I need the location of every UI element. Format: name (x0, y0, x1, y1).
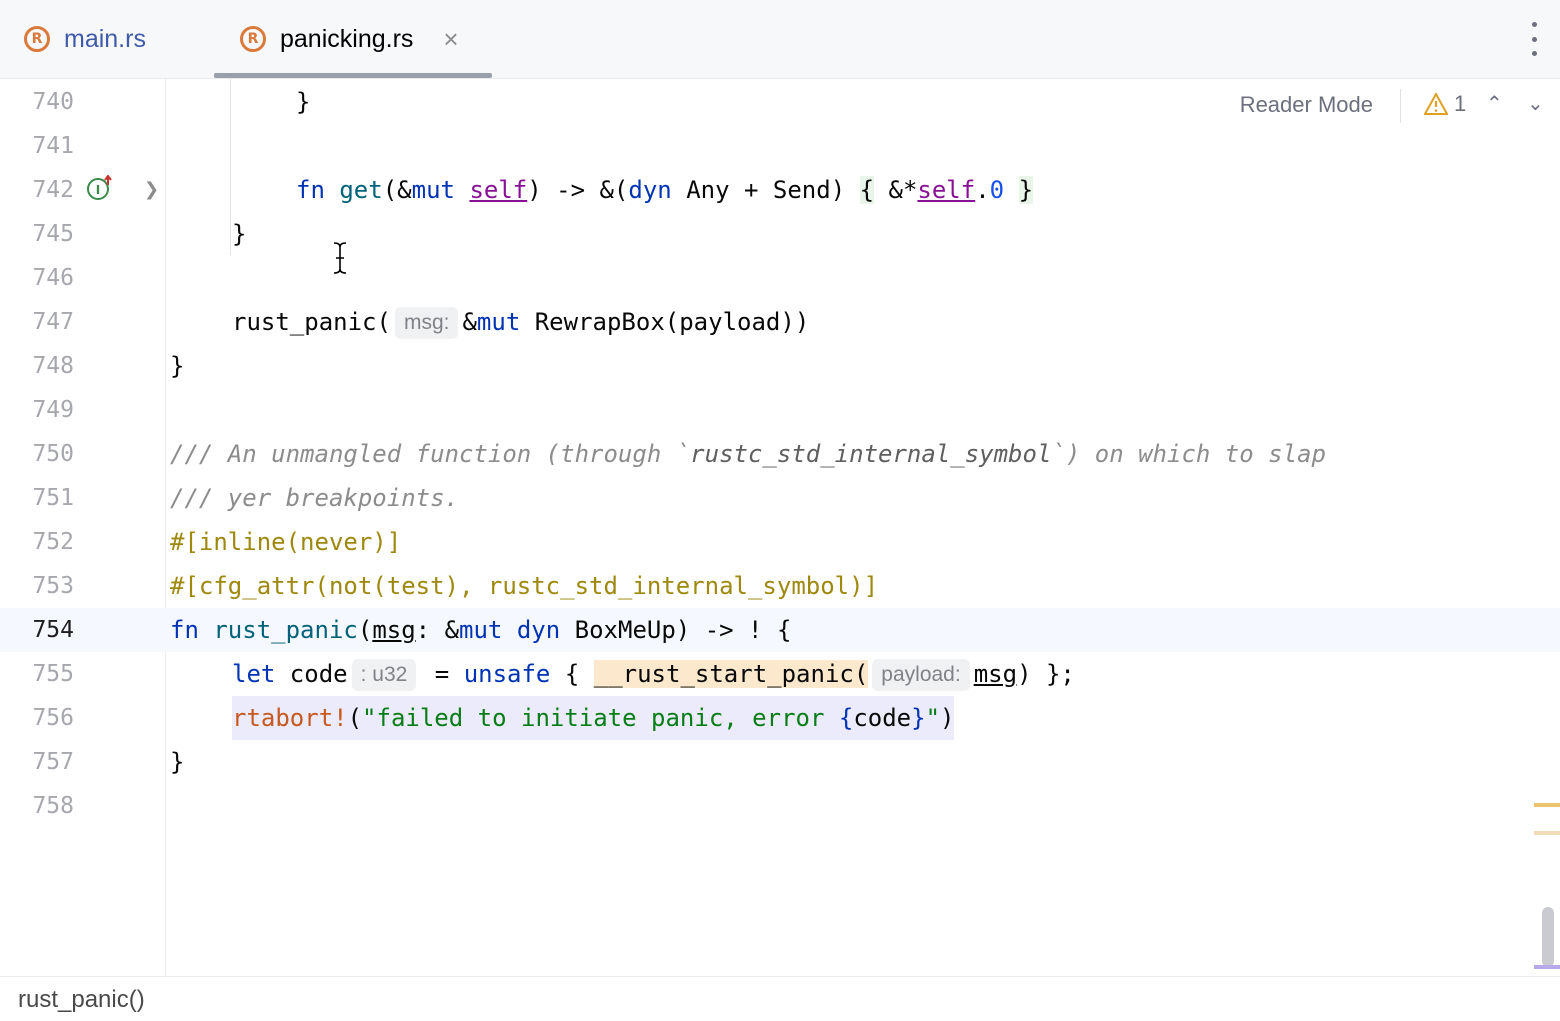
code-line: 756 rtabort!("failed to initiate panic, … (0, 696, 1560, 740)
code-text: rust_panic(msg: &mut RewrapBox(payload)) (232, 300, 809, 344)
line-number: 755 (32, 661, 74, 687)
code-text: fn rust_panic(msg: &mut dyn BoxMeUp) -> … (170, 616, 792, 644)
close-tab-icon[interactable]: × (443, 26, 458, 52)
code-line: 747 rust_panic(msg: &mut RewrapBox(payloa… (0, 300, 1560, 344)
more-options-icon[interactable] (1530, 22, 1538, 56)
tab-main-rs[interactable]: R main.rs (24, 0, 146, 78)
code-line: 757 } (0, 740, 1560, 784)
parameter-hint: msg: (394, 307, 459, 339)
rust-file-icon: R (24, 26, 50, 52)
line-number: 750 (32, 441, 74, 467)
warnings-indicator[interactable]: 1 (1424, 91, 1466, 117)
line-number: 754 (32, 617, 74, 643)
code-line: 758 (0, 784, 1560, 828)
current-code-line: 754 fn rust_panic(msg: &mut dyn BoxMeUp)… (0, 608, 1560, 652)
editor-tab-bar: R main.rs R panicking.rs × (0, 0, 1560, 79)
code-line: 745 } (0, 212, 1560, 256)
code-line: 748 } (0, 344, 1560, 388)
code-text: } (296, 88, 311, 116)
breadcrumb[interactable]: rust_panic() (18, 986, 145, 1014)
line-number: 757 (32, 749, 74, 775)
line-number: 742 (32, 177, 74, 203)
warning-stripe-marker[interactable] (1534, 803, 1560, 807)
code-text: } (170, 748, 185, 776)
code-editor[interactable]: 740 } 741 742 fn get(&mut self) -> &(dyn… (0, 79, 1560, 976)
code-line: 751 /// yer breakpoints. (0, 476, 1560, 520)
line-number: 745 (32, 221, 74, 247)
text-cursor-icon (333, 242, 347, 274)
code-line: 753 #[cfg_attr(not(test), rustc_std_inte… (0, 564, 1560, 608)
attribute: #[cfg_attr(not(test), rustc_std_internal… (170, 572, 879, 600)
code-text: } (232, 220, 247, 248)
doc-comment: /// yer breakpoints. (170, 484, 459, 512)
warning-icon (1424, 93, 1448, 115)
line-number: 756 (32, 705, 74, 731)
tab-label: panicking.rs (280, 24, 414, 53)
code-line: 750 /// An unmangled function (through `… (0, 432, 1560, 476)
line-number: 758 (32, 793, 74, 819)
caret-stripe-marker (1534, 965, 1560, 969)
doc-comment: /// An unmangled function (through `rust… (170, 440, 1326, 468)
code-line: 742 fn get(&mut self) -> &(dyn Any + Sen… (0, 168, 1560, 212)
rust-file-icon: R (240, 26, 266, 52)
code-line: 755 let code: u32 = unsafe { __rust_star… (0, 652, 1560, 696)
tab-panicking-rs[interactable]: R panicking.rs × (240, 0, 459, 78)
line-number: 753 (32, 573, 74, 599)
implements-trait-icon[interactable]: I (86, 175, 112, 201)
active-tab-indicator (214, 73, 492, 78)
chevron-right-icon[interactable]: ❯ (144, 179, 159, 200)
separator (1400, 89, 1401, 123)
attribute: #[inline(never)] (170, 528, 402, 556)
previous-problem-icon[interactable]: ⌃ (1486, 91, 1503, 115)
tab-label: main.rs (64, 24, 146, 53)
type-hint: : u32 (351, 659, 417, 691)
next-problem-icon[interactable]: ⌄ (1527, 91, 1544, 115)
line-number: 751 (32, 485, 74, 511)
code-line: 746 (0, 256, 1560, 300)
line-number: 741 (32, 133, 74, 159)
line-number: 748 (32, 353, 74, 379)
svg-text:I: I (96, 183, 100, 197)
code-text: rtabort!("failed to initiate panic, erro… (232, 696, 955, 740)
highlight-stripe-marker[interactable] (1534, 831, 1560, 835)
line-number: 752 (32, 529, 74, 555)
parameter-hint: payload: (872, 659, 970, 691)
code-line: 752 #[inline(never)] (0, 520, 1560, 564)
code-text: } (170, 352, 185, 380)
code-line: 741 (0, 124, 1560, 168)
breadcrumb-bar: rust_panic() (0, 976, 1560, 1021)
vertical-scrollbar-thumb[interactable] (1542, 907, 1554, 967)
reader-mode-button[interactable]: Reader Mode (1240, 92, 1373, 118)
line-number: 740 (32, 89, 74, 115)
line-number: 749 (32, 397, 74, 423)
code-text: fn get(&mut self) -> &(dyn Any + Send) {… (296, 176, 1034, 204)
warning-count: 1 (1454, 91, 1467, 116)
code-text: let code: u32 = unsafe { __rust_start_pa… (232, 652, 1075, 696)
line-number: 747 (32, 309, 74, 335)
code-line: 749 (0, 388, 1560, 432)
line-number: 746 (32, 265, 74, 291)
